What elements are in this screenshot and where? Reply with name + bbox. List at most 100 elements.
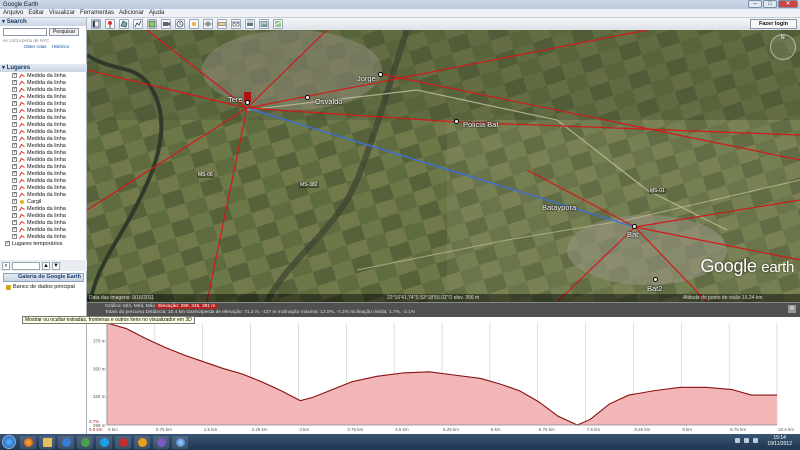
taskbar-firefox[interactable] [20,435,36,449]
placemark-bat2[interactable] [653,277,658,282]
list-item[interactable]: Medida da linha [0,100,87,107]
place-checkbox[interactable] [12,100,17,106]
list-item[interactable]: Medida da linha [0,107,87,114]
menu-visualizar[interactable]: Visualizar [49,10,75,16]
place-checkbox[interactable] [12,212,17,218]
place-checkbox[interactable] [12,233,17,239]
taskbar-app-7[interactable] [134,435,150,449]
up-arrow-icon[interactable]: ▲ [42,261,50,270]
taskbar-media[interactable] [58,435,74,449]
list-item[interactable]: Medida da linha [0,135,87,142]
place-checkbox[interactable] [12,170,17,176]
list-item[interactable]: Medida da linha [0,212,87,219]
email-button[interactable] [231,19,241,29]
sunlight-button[interactable] [189,19,199,29]
list-item[interactable]: Medida da linha [0,233,87,240]
place-checkbox[interactable] [12,107,17,113]
list-item[interactable]: Medida da linha [0,72,87,79]
login-button[interactable]: Fazer login [749,19,797,29]
place-checkbox[interactable] [12,114,17,120]
sidebar-toggle-button[interactable] [91,19,101,29]
record-tour-button[interactable] [161,19,171,29]
image-overlay-button[interactable] [147,19,157,29]
list-item[interactable]: Medida da linha [0,149,87,156]
search-panel-header[interactable]: ▾ Search [0,18,86,26]
taskbar-app-4[interactable] [77,435,93,449]
placemark-tere[interactable] [245,100,250,105]
search-button[interactable]: Pesquisar [49,28,80,36]
historical-imagery-button[interactable] [175,19,185,29]
place-checkbox[interactable] [12,198,17,204]
network-icon[interactable] [735,438,740,443]
navigation-compass[interactable] [770,34,796,60]
placemark-osvaldo[interactable] [305,95,310,100]
list-item[interactable]: Medida da linha [0,170,87,177]
place-checkbox[interactable] [12,177,17,183]
save-image-button[interactable] [259,19,269,29]
taskbar-skype[interactable] [96,435,112,449]
history-link[interactable]: Histórico [52,44,70,49]
place-checkbox[interactable] [12,128,17,134]
taskbar-app-6[interactable] [115,435,131,449]
place-checkbox[interactable] [12,226,17,232]
list-item[interactable]: Medida da linha [0,128,87,135]
maximize-button[interactable]: □ [763,0,777,8]
layers-db-item[interactable]: Banco de dados principal [0,284,75,290]
list-item[interactable]: Medida da linha [0,121,87,128]
place-checkbox[interactable] [12,219,17,225]
ruler-button[interactable] [217,19,227,29]
menu-ferramentas[interactable]: Ferramentas [80,10,114,16]
menu-arquivo[interactable]: Arquivo [3,10,23,16]
profile-elevation-highlight[interactable]: Elevação: 299, 345, 391 m [156,304,218,309]
close-profile-button[interactable]: ✕ [788,305,796,313]
battery-icon[interactable] [753,438,758,443]
taskbar-app-8[interactable] [153,435,169,449]
menu-editar[interactable]: Editar [28,10,44,16]
add-path-button[interactable] [133,19,143,29]
place-checkbox[interactable] [12,86,17,92]
temp-places-checkbox[interactable] [5,240,10,246]
place-checkbox[interactable] [12,93,17,99]
place-checkbox[interactable] [12,79,17,85]
google-maps-button[interactable] [273,19,283,29]
directions-link[interactable]: Obter rotas [24,44,47,49]
list-item[interactable]: Medida da linha [0,205,87,212]
volume-icon[interactable] [744,438,749,443]
place-checkbox[interactable] [12,156,17,162]
add-polygon-button[interactable] [119,19,129,29]
gallery-button[interactable]: Galeria do Google Earth [3,273,84,282]
list-item[interactable]: Medida da linha [0,86,87,93]
planets-button[interactable] [203,19,213,29]
list-item[interactable]: Medida da linha [0,79,87,86]
close-button[interactable]: ✕ [778,0,798,8]
list-item[interactable]: Medida da linha [0,219,87,226]
list-item[interactable]: Medida da linha [0,93,87,100]
add-placemark-button[interactable] [105,19,115,29]
place-checkbox[interactable] [12,205,17,211]
search-icon[interactable]: ⌕ [2,261,10,270]
clock[interactable]: 15:14 19/11/2012 [767,435,792,447]
minimize-button[interactable]: – [748,0,762,8]
list-item[interactable]: Medida da linha [0,184,87,191]
place-checkbox[interactable] [12,72,17,78]
placemark-jorge[interactable] [378,72,383,77]
placemark-policia-bat[interactable] [454,119,459,124]
menu-ajuda[interactable]: Ajuda [149,10,164,16]
taskbar-google-earth[interactable] [172,435,188,449]
temp-places-item[interactable]: Lugares temporários [0,240,87,247]
placemark-bat[interactable] [632,224,637,229]
map-viewer[interactable]: Jorge Osvaldo Tere Policia Bat Bataypora… [87,30,800,302]
list-item[interactable]: Medida da linha [0,226,87,233]
list-item[interactable]: Medida da linha [0,156,87,163]
place-checkbox[interactable] [12,135,17,141]
menu-adicionar[interactable]: Adicionar [119,10,144,16]
list-item[interactable]: Cargil [0,198,87,205]
place-checkbox[interactable] [12,191,17,197]
places-panel-header[interactable]: ▾ Lugares [0,64,87,72]
place-checkbox[interactable] [12,121,17,127]
taskbar-explorer[interactable] [39,435,55,449]
down-arrow-icon[interactable]: ▼ [52,261,60,270]
list-item[interactable]: Medida da linha [0,191,87,198]
print-button[interactable] [245,19,255,29]
elevation-chart[interactable]: 0 km 0.75 km 1.5 km 2.25 km 3 km 3.75 km 4.5 k… [87,317,800,435]
